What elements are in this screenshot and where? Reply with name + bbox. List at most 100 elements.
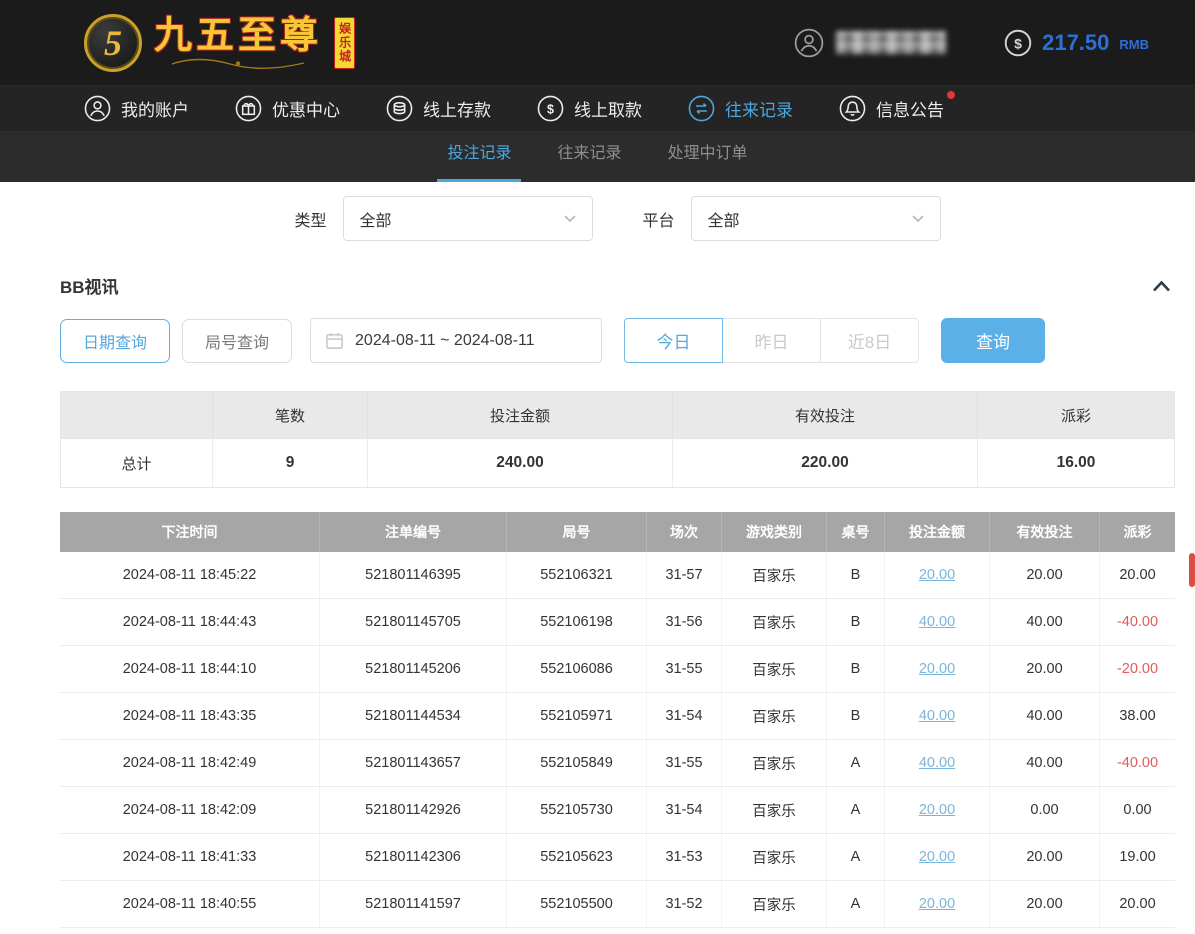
balance[interactable]: $ 217.50 RMB: [1004, 29, 1149, 57]
chevron-up-icon: [1152, 280, 1171, 292]
table-cell: 2024-08-11 18:42:09: [60, 787, 320, 833]
collapse-button[interactable]: [1148, 276, 1175, 296]
table-cell: 20.00: [885, 834, 990, 880]
table-row: 2024-08-11 18:44:43521801145705552106198…: [60, 599, 1175, 646]
type-select[interactable]: 全部: [343, 196, 593, 241]
tab-transaction-records[interactable]: 往来记录: [547, 131, 631, 182]
chevron-down-icon: [564, 215, 576, 223]
table-cell: 百家乐: [722, 693, 827, 739]
table-cell: 552105730: [507, 787, 647, 833]
column-header: 投注金额: [885, 512, 990, 552]
nav-online-deposit[interactable]: 线上存款: [386, 95, 491, 122]
table-cell: A: [827, 740, 885, 786]
bet-amount-link[interactable]: 20.00: [919, 661, 955, 677]
summary-header-blank: [61, 392, 213, 438]
bet-amount-link[interactable]: 20.00: [919, 849, 955, 865]
nav-promotions[interactable]: 优惠中心: [235, 95, 340, 122]
bet-amount-link[interactable]: 20.00: [919, 802, 955, 818]
table-cell: 552106086: [507, 646, 647, 692]
table-cell: 521801143657: [320, 740, 507, 786]
nav-online-withdrawal[interactable]: $ 线上取款: [537, 95, 642, 122]
table-row: 2024-08-11 18:40:55521801141597552105500…: [60, 881, 1175, 928]
avatar-icon: [794, 28, 824, 58]
table-cell: 40.00: [990, 740, 1100, 786]
table-cell: 20.00: [1100, 881, 1175, 927]
platform-select[interactable]: 全部: [691, 196, 941, 241]
table-cell: 0.00: [990, 787, 1100, 833]
table-cell: 31-55: [647, 646, 722, 692]
bet-amount-link[interactable]: 20.00: [919, 567, 955, 583]
column-header: 下注时间: [60, 512, 320, 552]
user-icon: [84, 95, 111, 122]
table-cell: 40.00: [885, 599, 990, 645]
nav-label: 往来记录: [725, 96, 793, 121]
search-button[interactable]: 查询: [941, 318, 1045, 363]
table-row: 2024-08-11 18:44:10521801145206552106086…: [60, 646, 1175, 693]
scrollbar-thumb[interactable]: [1189, 553, 1195, 587]
svg-text:$: $: [1014, 35, 1022, 51]
table-cell: 2024-08-11 18:40:55: [60, 881, 320, 927]
summary-bet-amount: 240.00: [368, 438, 673, 487]
date-range-picker[interactable]: 2024-08-11 ~ 2024-08-11: [310, 318, 602, 363]
table-cell: 2024-08-11 18:43:35: [60, 693, 320, 739]
round-query-button[interactable]: 局号查询: [182, 319, 292, 363]
calendar-icon: [325, 331, 344, 350]
nav-transaction-records[interactable]: 往来记录: [688, 95, 793, 122]
summary-valid-bet: 220.00: [673, 438, 978, 487]
type-select-value: 全部: [360, 207, 392, 231]
table-cell: 552105971: [507, 693, 647, 739]
bet-amount-link[interactable]: 40.00: [919, 755, 955, 771]
table-cell: -40.00: [1100, 740, 1175, 786]
table-cell: 2024-08-11 18:44:43: [60, 599, 320, 645]
table-cell: 552105849: [507, 740, 647, 786]
table-cell: 31-52: [647, 881, 722, 927]
table-cell: 20.00: [990, 646, 1100, 692]
summary-table: 笔数 投注金额 有效投注 派彩 总计 9 240.00 220.00 16.00: [60, 391, 1175, 488]
query-toolbar: 日期查询 局号查询 2024-08-11 ~ 2024-08-11 今日 昨日 …: [60, 318, 1175, 363]
table-cell: 31-56: [647, 599, 722, 645]
table-cell: 40.00: [990, 693, 1100, 739]
tab-bet-records[interactable]: 投注记录: [437, 131, 521, 182]
tab-processing-orders[interactable]: 处理中订单: [658, 131, 758, 182]
date-query-button[interactable]: 日期查询: [60, 319, 170, 363]
brand-logo[interactable]: 5 九五至尊 娱乐城: [84, 14, 355, 72]
yesterday-button[interactable]: 昨日: [722, 318, 821, 363]
table-cell: 552106198: [507, 599, 647, 645]
table-cell: 20.00: [990, 834, 1100, 880]
table-cell: 31-53: [647, 834, 722, 880]
table-cell: 2024-08-11 18:45:22: [60, 552, 320, 598]
summary-count: 9: [213, 438, 368, 487]
table-cell: B: [827, 552, 885, 598]
table-cell: 19.00: [1100, 834, 1175, 880]
table-cell: 31-54: [647, 787, 722, 833]
table-cell: 552106321: [507, 552, 647, 598]
logo-glyph: 5: [104, 22, 122, 64]
user-account[interactable]: [794, 28, 946, 58]
column-header: 场次: [647, 512, 722, 552]
bet-amount-link[interactable]: 40.00: [919, 708, 955, 724]
nav-my-account[interactable]: 我的账户: [84, 95, 189, 122]
nav-announcements[interactable]: 信息公告: [839, 95, 944, 122]
column-header: 桌号: [827, 512, 885, 552]
table-cell: 20.00: [990, 881, 1100, 927]
bet-amount-link[interactable]: 20.00: [919, 896, 955, 912]
bets-table-header: 下注时间注单编号局号场次游戏类别桌号投注金额有效投注派彩: [60, 512, 1175, 552]
summary-header-bet-amount: 投注金额: [368, 392, 673, 438]
table-cell: B: [827, 646, 885, 692]
table-cell: 2024-08-11 18:42:49: [60, 740, 320, 786]
table-cell: 百家乐: [722, 787, 827, 833]
today-button[interactable]: 今日: [624, 318, 723, 363]
dollar-circle-icon: $: [1004, 29, 1032, 57]
date-range-value: 2024-08-11 ~ 2024-08-11: [355, 332, 535, 350]
table-cell: A: [827, 881, 885, 927]
bets-table: 下注时间注单编号局号场次游戏类别桌号投注金额有效投注派彩 2024-08-11 …: [60, 512, 1175, 928]
header-right: $ 217.50 RMB: [794, 28, 1149, 58]
brand-flourish-icon: [168, 58, 308, 69]
table-cell: 521801142306: [320, 834, 507, 880]
transfer-icon: [688, 95, 715, 122]
table-cell: 百家乐: [722, 599, 827, 645]
summary-header-valid-bet: 有效投注: [673, 392, 978, 438]
table-cell: 百家乐: [722, 834, 827, 880]
last8days-button[interactable]: 近8日: [820, 318, 919, 363]
bet-amount-link[interactable]: 40.00: [919, 614, 955, 630]
